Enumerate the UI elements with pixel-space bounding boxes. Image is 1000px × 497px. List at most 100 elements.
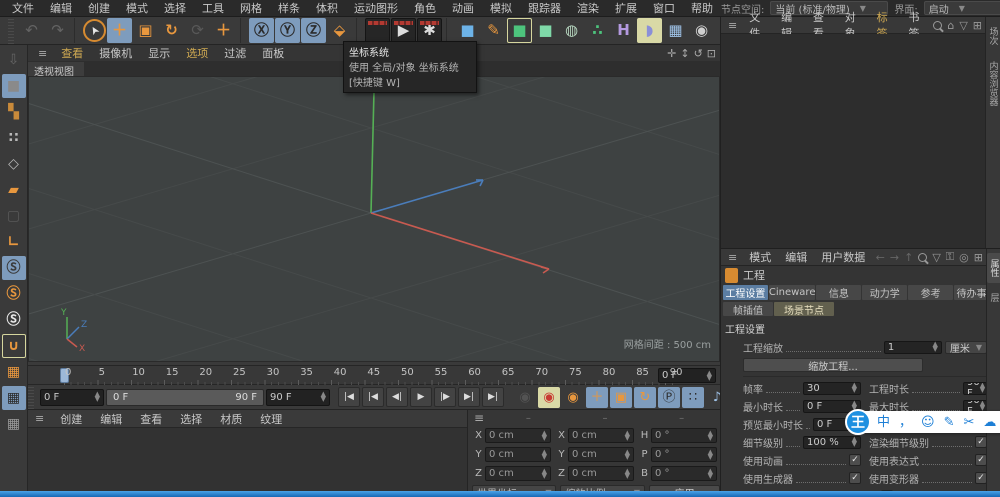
- menu-item-编辑[interactable]: 编辑: [42, 0, 80, 16]
- menu-item-体积[interactable]: 体积: [308, 0, 346, 16]
- ime-punctuation-icon[interactable]: ，: [899, 416, 912, 429]
- menu-item-模拟[interactable]: 模拟: [482, 0, 520, 16]
- viewport-menu-面板[interactable]: 面板: [254, 45, 292, 61]
- render-view-button[interactable]: [365, 18, 390, 43]
- coordinate-field[interactable]: 0 cm▲▼: [485, 466, 551, 481]
- go-to-previous-frame-button[interactable]: ◀|: [386, 387, 408, 407]
- add-primitive-cube-menu[interactable]: ■: [455, 18, 480, 43]
- search-icon[interactable]: [918, 253, 927, 262]
- record-position-toggle[interactable]: ＋: [586, 387, 608, 408]
- toggle-view-icon[interactable]: ⊡: [707, 47, 716, 60]
- menu-item-选择[interactable]: 选择: [156, 0, 194, 16]
- tab-工程设置[interactable]: 工程设置: [723, 285, 768, 300]
- viewport-menu-过滤[interactable]: 过滤: [216, 45, 254, 61]
- add-panel-icon[interactable]: ⊞: [973, 19, 982, 32]
- viewport-menu-选项[interactable]: 选项: [178, 45, 216, 61]
- menu-item-角色[interactable]: 角色: [406, 0, 444, 16]
- go-to-previous-key-button[interactable]: |◀: [362, 387, 384, 407]
- record-active-objects-button[interactable]: ◉: [514, 387, 536, 408]
- checkbox[interactable]: ✓: [849, 472, 861, 484]
- axis-mode-button[interactable]: ∟: [2, 230, 26, 254]
- record-scale-toggle[interactable]: ▣: [610, 387, 632, 408]
- spinner-arrows[interactable]: ▲▼: [708, 431, 713, 441]
- field-input[interactable]: 100 %▲▼: [803, 436, 861, 449]
- spinner-arrows[interactable]: ▲▼: [708, 469, 713, 479]
- spinner-arrows[interactable]: ▲▼: [542, 450, 547, 460]
- redo-icon[interactable]: ↷: [45, 18, 70, 43]
- coordinate-field[interactable]: 0 °▲▼: [651, 428, 717, 443]
- edge-mode-button[interactable]: ◇: [2, 152, 26, 176]
- play-button[interactable]: ▶: [410, 387, 432, 407]
- hamburger-icon[interactable]: ≡: [468, 411, 490, 425]
- search-icon[interactable]: [933, 21, 942, 30]
- menu-item-帮助[interactable]: 帮助: [683, 0, 721, 16]
- tab-动力学[interactable]: 动力学: [862, 285, 907, 300]
- render-settings-button[interactable]: ✱: [417, 18, 442, 43]
- workplane-button[interactable]: ▦: [2, 360, 26, 384]
- transport-drag-handle[interactable]: [28, 385, 34, 409]
- home-icon[interactable]: ⌂: [947, 19, 954, 32]
- am-menu-模式[interactable]: 模式: [742, 249, 778, 265]
- filter-icon[interactable]: ▽: [959, 19, 967, 32]
- scale-project-button[interactable]: 缩放工程...: [743, 358, 923, 372]
- menu-item-窗口[interactable]: 窗口: [645, 0, 683, 16]
- material-menu-材质[interactable]: 材质: [211, 411, 251, 427]
- deformer-menu[interactable]: ◗: [637, 18, 662, 43]
- recent-tool-move[interactable]: ＋: [211, 18, 236, 43]
- subtab-场景节点[interactable]: 场景节点: [774, 302, 834, 316]
- magnet-tool-button[interactable]: ∪: [2, 334, 26, 358]
- tab-Cineware[interactable]: Cineware: [769, 285, 816, 300]
- record-point-level-toggle[interactable]: ∷: [682, 387, 704, 408]
- material-menu-创建[interactable]: 创建: [51, 411, 91, 427]
- spinner-arrows[interactable]: ▲▼: [932, 342, 937, 352]
- field-input[interactable]: 90 F▲▼: [963, 382, 987, 395]
- spinner-arrows[interactable]: ▲▼: [625, 469, 630, 479]
- polygon-mode-button[interactable]: ▰: [2, 178, 26, 202]
- spinner-arrows[interactable]: ▲▼: [321, 392, 326, 402]
- viewport-menu-摄像机[interactable]: 摄像机: [91, 45, 140, 61]
- spinner-arrows[interactable]: ▲▼: [542, 469, 547, 479]
- lock-x-axis-toggle[interactable]: Ⓧ: [249, 18, 274, 43]
- spinner-arrows[interactable]: ▲▼: [625, 450, 630, 460]
- last-tool-used[interactable]: ⟳: [185, 18, 210, 43]
- spinner-arrows[interactable]: ▲▼: [852, 383, 857, 393]
- autokeying-toggle[interactable]: ◉: [538, 387, 560, 408]
- menu-item-模式[interactable]: 模式: [118, 0, 156, 16]
- coordinate-field[interactable]: 0 °▲▼: [651, 447, 717, 462]
- align-workplane-button[interactable]: ▦: [2, 412, 26, 436]
- scale-tool[interactable]: ▣: [133, 18, 158, 43]
- model-mode-button[interactable]: ■: [2, 74, 26, 98]
- material-menu-查看[interactable]: 查看: [131, 411, 171, 427]
- coordinate-field[interactable]: 0 cm▲▼: [568, 447, 634, 462]
- animation-start-field[interactable]: 0 F ▲▼: [40, 389, 104, 406]
- ime-cloud-icon[interactable]: ☁: [983, 416, 996, 429]
- record-rotation-toggle[interactable]: ↻: [634, 387, 656, 408]
- hamburger-icon[interactable]: ≡: [28, 412, 51, 425]
- spinner-arrows[interactable]: ▲▼: [95, 392, 100, 402]
- unit-dropdown[interactable]: 厘米▼: [945, 341, 987, 354]
- coordinate-field[interactable]: 0 cm▲▼: [485, 428, 551, 443]
- spinner-arrows[interactable]: ▲▼: [980, 383, 985, 393]
- lock-workplane-button[interactable]: ▦: [2, 386, 26, 410]
- coordinate-field[interactable]: 0 cm▲▼: [485, 447, 551, 462]
- lock-y-axis-toggle[interactable]: Ⓨ: [275, 18, 300, 43]
- move-tool[interactable]: ＋: [107, 18, 132, 43]
- menu-item-网格[interactable]: 网格: [232, 0, 270, 16]
- coordinate-system-toggle[interactable]: ⬙: [327, 18, 352, 43]
- object-mode-button[interactable]: ▢: [2, 204, 26, 228]
- am-menu-用户数据[interactable]: 用户数据: [814, 249, 872, 265]
- spline-pen-menu[interactable]: ✎: [481, 18, 506, 43]
- tab-takes[interactable]: 场次: [986, 21, 1000, 51]
- tab-perspective-view[interactable]: 透视视图: [28, 62, 84, 76]
- menu-item-运动图形[interactable]: 运动图形: [346, 0, 406, 16]
- toolbar-drag-handle[interactable]: [8, 17, 14, 44]
- material-menu-纹理[interactable]: 纹理: [251, 411, 291, 427]
- spinner-arrows[interactable]: ▲▼: [542, 431, 547, 441]
- target-icon[interactable]: ◎: [959, 251, 969, 264]
- snap-modes-button[interactable]: Ⓢ: [2, 282, 26, 306]
- add-panel-icon[interactable]: ⊞: [974, 251, 983, 264]
- spinner-arrows[interactable]: ▲▼: [707, 371, 712, 381]
- hamburger-icon[interactable]: ≡: [723, 251, 742, 264]
- go-to-next-key-button[interactable]: ▶|: [458, 387, 480, 407]
- menu-item-扩展[interactable]: 扩展: [607, 0, 645, 16]
